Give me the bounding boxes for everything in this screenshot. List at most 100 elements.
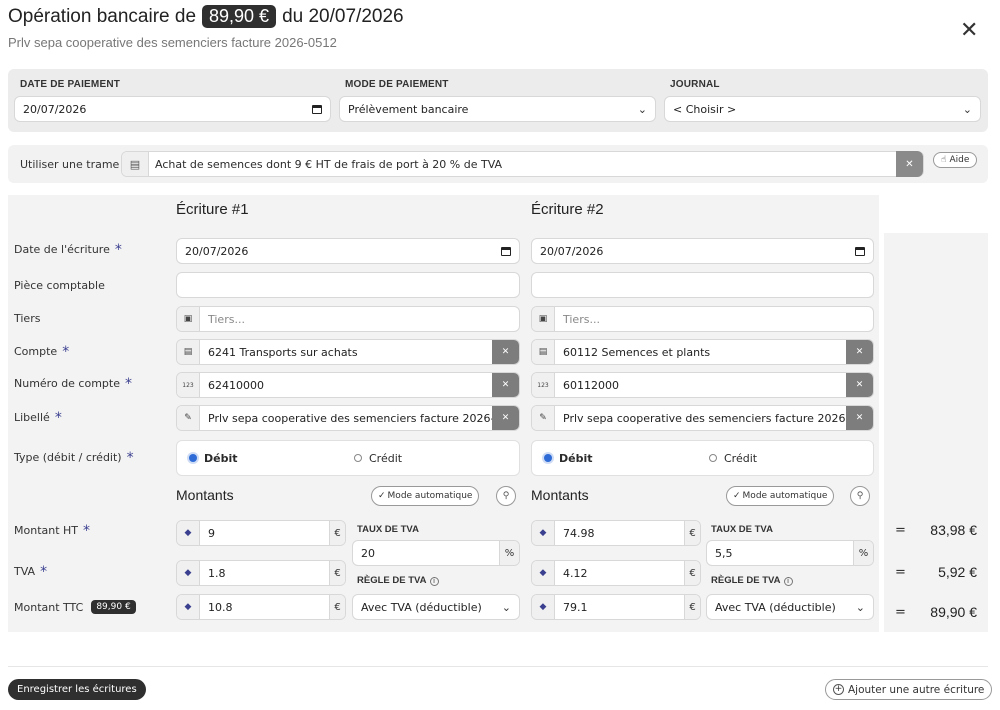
row-label-libelle: Libellé * [14, 409, 62, 426]
entry-2-title: Écriture #2 [531, 201, 604, 218]
tag-icon: ◆ [177, 561, 200, 585]
contact-card-icon: ▣ [532, 307, 555, 331]
calendar-icon[interactable] [312, 104, 322, 114]
tag-icon: ◆ [532, 561, 555, 585]
clear-icon[interactable]: ✕ [846, 373, 873, 397]
journal-select[interactable]: < Choisir > ⌄ [664, 96, 981, 122]
row-label-tiers: Tiers [14, 312, 41, 325]
document-icon: ▤ [122, 152, 149, 176]
footer-divider [8, 666, 988, 667]
entry-1-debit-radio[interactable]: Débit [189, 452, 354, 465]
entry-1-taux-label: TAUX DE TVA [357, 524, 419, 535]
radio-unselected-icon [709, 454, 717, 462]
payment-date-field[interactable]: 20/07/2026 [14, 96, 331, 122]
contact-card-icon: ▣ [177, 307, 200, 331]
plus-circle-icon: + [833, 684, 844, 695]
help-button[interactable]: ☝ Aide [933, 152, 978, 168]
row-label-piece: Pièce comptable [14, 279, 105, 292]
entry-1-tva-input[interactable]: ◆ 1.8 € [176, 560, 346, 586]
entry-2-credit-radio[interactable]: Crédit [709, 452, 757, 465]
entry-2-date-field[interactable]: 20/07/2026 [531, 238, 874, 264]
clear-icon[interactable]: ✕ [492, 373, 519, 397]
ttc-badge: 89,90 € [91, 600, 136, 614]
entry-1-date-field[interactable]: 20/07/2026 [176, 238, 520, 264]
entry-1-numero-input[interactable]: 123 62410000 ✕ [176, 372, 520, 398]
number-icon: 123 [177, 373, 200, 397]
calendar-icon[interactable] [855, 246, 865, 256]
info-icon[interactable]: i [429, 577, 439, 586]
add-entry-button[interactable]: + Ajouter une autre écriture [825, 679, 993, 700]
entry-1-mode-auto-button[interactable]: ✓ Mode automatique [371, 486, 480, 506]
payment-mode-label: MODE DE PAIEMENT [345, 79, 449, 90]
clear-icon[interactable]: ✕ [492, 406, 519, 430]
entry-2-type-radio-group: Débit Crédit [531, 440, 874, 476]
entry-2-magic-wand-button[interactable]: ⚲ [850, 486, 870, 506]
entry-2-tva-input[interactable]: ◆ 4.12 € [531, 560, 701, 586]
row-label-type: Type (débit / crédit) * [14, 449, 134, 466]
clear-icon[interactable]: ✕ [846, 406, 873, 430]
tag-icon: ◆ [532, 595, 555, 619]
entry-2-numero-input[interactable]: 123 60112000 ✕ [531, 372, 874, 398]
entry-1-title: Écriture #1 [176, 201, 249, 218]
entry-2-debit-radio[interactable]: Débit [544, 452, 709, 465]
payment-mode-select[interactable]: Prélèvement bancaire ⌄ [339, 96, 656, 122]
entry-2-ht-input[interactable]: ◆ 74.98 € [531, 520, 701, 546]
entry-2-tiers-input[interactable]: ▣ Tiers... [531, 306, 874, 332]
number-icon: 123 [532, 373, 555, 397]
trame-clear-button[interactable]: ✕ [896, 151, 923, 177]
trame-label: Utiliser une trame [20, 158, 120, 171]
title-suffix: du 20/07/2026 [282, 5, 404, 27]
total-ht: 83,98 € [930, 522, 977, 538]
wand-icon: ⚲ [502, 491, 510, 501]
chevron-down-icon: ⌄ [962, 102, 972, 116]
radio-unselected-icon [354, 454, 362, 462]
entry-1-montants-title: Montants [176, 487, 234, 503]
entry-2-regle-select[interactable]: Avec TVA (déductible) ⌄ [706, 594, 874, 620]
entry-2-taux-label: TAUX DE TVA [711, 524, 773, 535]
entry-2-compte-input[interactable]: ▤ 60112 Semences et plants ✕ [531, 339, 874, 365]
payment-date-label: DATE DE PAIEMENT [20, 79, 121, 90]
row-label-ht: Montant HT * [14, 522, 91, 539]
chevron-down-icon: ⌄ [501, 600, 511, 614]
row-label-compte: Compte * [14, 343, 70, 360]
equals-sign: = [895, 605, 906, 620]
entry-2-taux-input[interactable]: 5,5 % [706, 540, 874, 566]
entry-2-piece-field[interactable] [531, 272, 874, 298]
entry-1-magic-wand-button[interactable]: ⚲ [496, 486, 516, 506]
tag-icon: ◆ [177, 595, 200, 619]
entry-1-taux-input[interactable]: 20 % [352, 540, 520, 566]
pencil-icon: ✎ [177, 406, 200, 430]
entry-1-tiers-input[interactable]: ▣ Tiers... [176, 306, 520, 332]
chevron-down-icon: ⌄ [855, 600, 865, 614]
hand-icon: ☝ [941, 155, 947, 165]
entry-2-ttc-input[interactable]: ◆ 79.1 € [531, 594, 701, 620]
clear-icon[interactable]: ✕ [846, 340, 873, 364]
info-icon[interactable]: i [783, 577, 793, 586]
radio-selected-icon [189, 454, 197, 462]
trame-input[interactable]: ▤ Achat de semences dont 9 € HT de frais… [121, 151, 924, 177]
entry-2-mode-auto-button[interactable]: ✓ Mode automatique [726, 486, 835, 506]
check-icon: ✓ [378, 491, 386, 501]
entry-2-libelle-input[interactable]: ✎ Prlv sepa cooperative des semenciers f… [531, 405, 874, 431]
ledger-icon: ▤ [532, 340, 555, 364]
entry-1-ht-input[interactable]: ◆ 9 € [176, 520, 346, 546]
clear-icon[interactable]: ✕ [492, 340, 519, 364]
calendar-icon[interactable] [501, 246, 511, 256]
page-subtitle: Prlv sepa cooperative des semenciers fac… [8, 35, 337, 50]
entry-1-regle-select[interactable]: Avec TVA (déductible) ⌄ [352, 594, 520, 620]
total-tva: 5,92 € [938, 564, 977, 580]
amount-badge: 89,90 € [202, 5, 277, 28]
ledger-icon: ▤ [177, 340, 200, 364]
entry-1-credit-radio[interactable]: Crédit [354, 452, 402, 465]
entry-1-ttc-input[interactable]: ◆ 10.8 € [176, 594, 346, 620]
total-ttc: 89,90 € [930, 604, 977, 620]
tag-icon: ◆ [177, 521, 200, 545]
close-icon[interactable]: ✕ [960, 18, 978, 43]
entry-1-compte-input[interactable]: ▤ 6241 Transports sur achats ✕ [176, 339, 520, 365]
radio-selected-icon [544, 454, 552, 462]
entry-1-libelle-input[interactable]: ✎ Prlv sepa cooperative des semenciers f… [176, 405, 520, 431]
entry-1-regle-label: RÈGLE DE TVA i [357, 575, 439, 586]
entry-1-type-radio-group: Débit Crédit [176, 440, 520, 476]
entry-1-piece-field[interactable] [176, 272, 520, 298]
save-entries-button[interactable]: Enregistrer les écritures [8, 679, 146, 700]
